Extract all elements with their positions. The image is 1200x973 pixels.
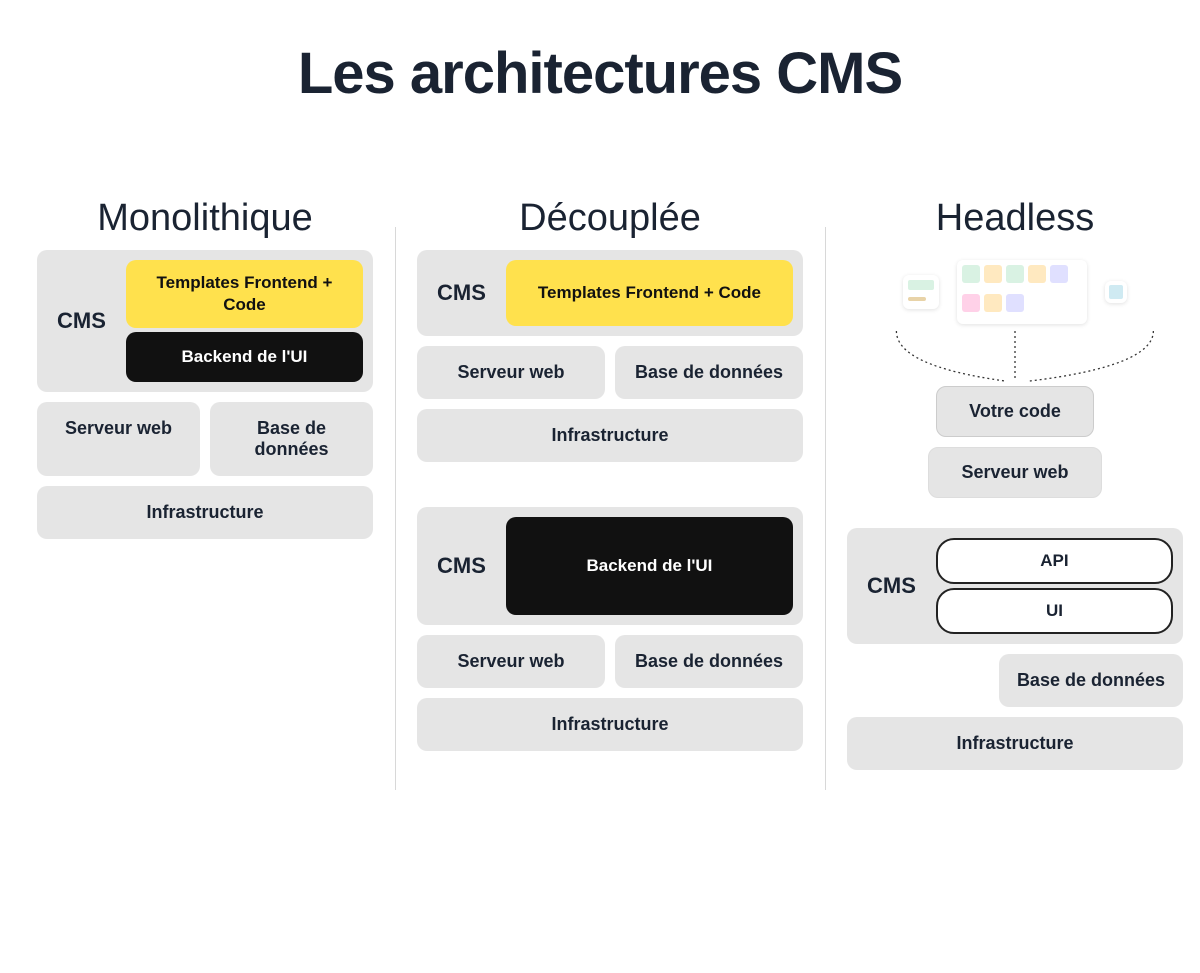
column-headless: Headless (825, 197, 1200, 780)
backend-box-decoupled: Backend de l'UI (506, 517, 793, 615)
infra-box-headless: Infrastructure (847, 717, 1183, 770)
col-title-decouplee: Découplée (417, 197, 803, 240)
col-title-monolithique: Monolithique (37, 197, 373, 240)
infra-box-decoupled-2: Infrastructure (417, 698, 803, 751)
db-box-decoupled-2: Base de données (615, 635, 803, 688)
cms-group-mono: CMS Templates Frontend + Code Backend de… (37, 250, 373, 392)
web-box-headless: Serveur web (928, 447, 1101, 498)
connector-lines (847, 336, 1183, 386)
cms-label-decoupled-top: CMS (427, 280, 496, 306)
page-title: Les architectures CMS (15, 40, 1185, 107)
columns-wrapper: Monolithique CMS Templates Frontend + Co… (15, 197, 1185, 780)
column-decouplee: Découplée CMS Templates Frontend + Code … (395, 197, 825, 780)
db-box-mono: Base de données (210, 402, 373, 476)
web-box-decoupled-2: Serveur web (417, 635, 605, 688)
cms-label-decoupled-bottom: CMS (427, 553, 496, 579)
db-box-decoupled-1: Base de données (615, 346, 803, 399)
templates-box-decoupled: Templates Frontend + Code (506, 260, 793, 326)
ui-box-headless: UI (936, 588, 1173, 634)
cms-label-mono: CMS (47, 308, 116, 334)
col-title-headless: Headless (847, 197, 1183, 240)
cms-group-headless: CMS API UI (847, 528, 1183, 644)
thumb-card-left (903, 275, 939, 309)
cms-group-decoupled-top: CMS Templates Frontend + Code (417, 250, 803, 336)
infra-box-decoupled-1: Infrastructure (417, 409, 803, 462)
backend-box-mono: Backend de l'UI (126, 332, 363, 382)
frontends-thumbnails (847, 252, 1183, 332)
api-box-headless: API (936, 538, 1173, 584)
column-monolithique: Monolithique CMS Templates Frontend + Co… (15, 197, 395, 780)
cms-label-headless: CMS (857, 573, 926, 599)
templates-box-mono: Templates Frontend + Code (126, 260, 363, 328)
cms-group-decoupled-bottom: CMS Backend de l'UI (417, 507, 803, 625)
thumb-grid-center (957, 260, 1087, 324)
infra-box-mono: Infrastructure (37, 486, 373, 539)
web-box-mono: Serveur web (37, 402, 200, 476)
web-box-decoupled-1: Serveur web (417, 346, 605, 399)
thumb-card-right (1105, 281, 1127, 303)
db-box-headless: Base de données (999, 654, 1183, 707)
